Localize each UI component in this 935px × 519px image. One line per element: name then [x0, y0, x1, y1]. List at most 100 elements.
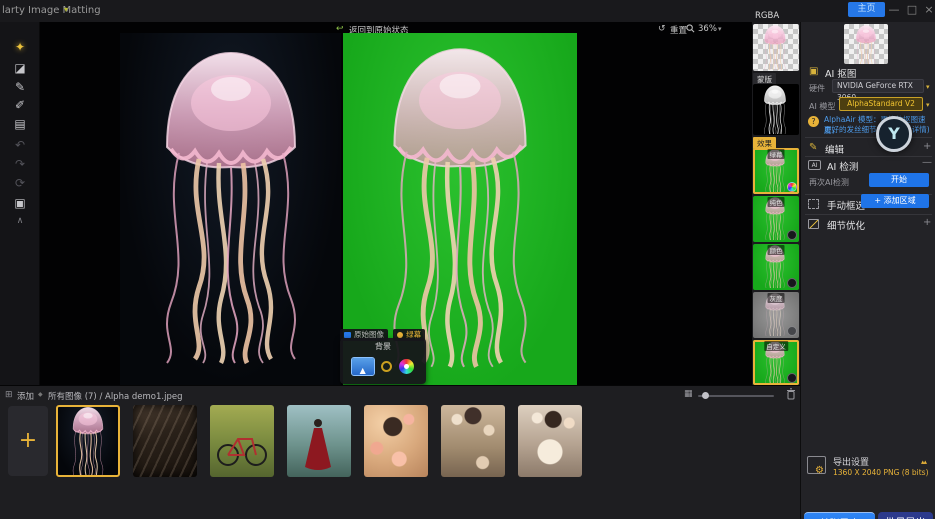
background-color-wheel-option[interactable]	[399, 359, 414, 374]
rgba-channel-label[interactable]: RGBA	[755, 11, 779, 21]
pen-icon: ✎	[15, 80, 25, 94]
detail-optimize-add-button[interactable]: +	[923, 217, 931, 228]
reset-icon[interactable]: ↺	[658, 24, 666, 34]
frame-icon: ▣	[14, 196, 25, 210]
tool-sidebar: ✦ ◪ ✎ ✐ ▤ ↶ ↷ ⟳ ▣ ∧	[0, 22, 40, 385]
thumbnail-grid-icon[interactable]: ▦	[684, 389, 693, 399]
effect-thumbnail-green[interactable]: 绿幕	[753, 148, 799, 194]
custom-badge-icon	[787, 373, 797, 383]
export-collapse-icon[interactable]: ▴▴	[921, 458, 926, 466]
ai-matting-icon: ▣	[809, 66, 818, 77]
redo-icon: ↷	[15, 157, 25, 171]
effect-thumbnail-gray[interactable]: 灰度	[753, 292, 799, 338]
mask-channel-thumbnail[interactable]	[753, 84, 799, 135]
close-button[interactable]: ×	[921, 3, 935, 16]
maximize-button[interactable]: □	[904, 3, 920, 16]
single-export-button[interactable]: 单张导出	[804, 512, 875, 519]
breadcrumb[interactable]: 所有图像 (7) / Alpha demo1.jpeg	[48, 390, 182, 402]
model-label: AI 模型	[809, 101, 835, 112]
pen-tool[interactable]: ✎	[10, 78, 30, 96]
current-result-thumbnail[interactable]	[844, 24, 888, 64]
model-chevron-icon[interactable]: ▾	[926, 101, 930, 109]
ai-detect-collapse-button[interactable]: —	[922, 157, 932, 168]
detail-optimize-icon	[808, 219, 819, 229]
slider-knob[interactable]	[702, 392, 709, 399]
original-image-preview[interactable]	[120, 33, 341, 385]
filmstrip-thumb-woman-lace[interactable]	[441, 405, 505, 477]
start-detect-button[interactable]: 开始	[869, 173, 929, 187]
redo-tool[interactable]: ↷	[10, 155, 30, 173]
detect-again-label: 再次AI检测	[809, 177, 849, 188]
reset-label[interactable]: 重置	[670, 24, 687, 36]
zoom-chevron-icon[interactable]: ▾	[718, 25, 722, 33]
add-images-label[interactable]: 添加	[17, 390, 34, 402]
effect-thumbnail-solid[interactable]: 纯色	[753, 196, 799, 242]
app-logo-badge: Y	[876, 116, 912, 152]
ai-matting-title: AI 抠图	[825, 66, 856, 80]
filmstrip-thumb-woman-red-dress[interactable]	[287, 405, 351, 477]
color-wheel-badge-icon	[787, 182, 797, 192]
breadcrumb-diamond-icon: ◆	[38, 391, 43, 398]
hardware-dropdown[interactable]: NVIDIA GeForce RTX 3060	[832, 79, 924, 93]
roller-tool[interactable]: ▤	[10, 115, 30, 133]
filmstrip-panel: ⊞ 添加 ◆ 所有图像 (7) / Alpha demo1.jpeg ▦ +	[0, 385, 800, 519]
logo-y-icon: Y	[888, 124, 900, 143]
app-menu-chevron-icon[interactable]: ▾	[64, 5, 68, 14]
eraser-icon: ◪	[14, 61, 25, 75]
effect-thumbnail-custom[interactable]: 自定义	[753, 340, 799, 385]
hardware-chevron-icon[interactable]: ▾	[926, 83, 930, 91]
trash-icon[interactable]	[786, 388, 796, 400]
batch-export-button[interactable]: 批量导出	[878, 512, 933, 519]
edit-icon: ✎	[809, 142, 817, 153]
rotate-icon: ⟳	[15, 176, 25, 190]
undo-icon: ↶	[15, 138, 25, 152]
background-image-option[interactable]: ▲	[352, 358, 374, 375]
export-gear-icon: ⚙	[815, 465, 824, 476]
titlebar: larty Image Matting ▾ 主页 — □ ×	[0, 0, 935, 22]
chevron-up-icon: ∧	[17, 216, 24, 226]
background-panel-title: 背景	[340, 338, 426, 352]
zoom-level-value[interactable]: 36%	[698, 24, 717, 34]
magic-wand-tool[interactable]: ✦	[10, 38, 30, 56]
filmstrip-thumb-jellyfish[interactable]	[56, 405, 120, 477]
home-button[interactable]: 主页	[848, 2, 885, 17]
add-region-button[interactable]: + 添加区域	[861, 194, 929, 208]
filmstrip-thumb-forest[interactable]	[133, 405, 197, 477]
minimize-button[interactable]: —	[886, 3, 902, 16]
edit-title: 编辑	[825, 142, 844, 156]
app-window: larty Image Matting ▾ 主页 — □ × ✦ ◪ ✎ ✐ ▤…	[0, 0, 935, 519]
brush-tool[interactable]: ✐	[10, 96, 30, 114]
solid-badge-icon	[787, 230, 797, 240]
filmstrip-thumb-woman-bouquet[interactable]	[364, 405, 428, 477]
help-icon[interactable]: ?	[808, 116, 819, 127]
ai-model-dropdown[interactable]: AlphaStandard V2	[839, 97, 923, 111]
filmstrip-thumb-woman-white-dress[interactable]	[518, 405, 582, 477]
edit-add-button[interactable]: +	[923, 141, 931, 152]
canvas-area[interactable]: ↩ 返回到原始状态 ↺ 重置 36% ▾ 原始图像 绿幕	[40, 22, 752, 385]
effect-thumbnail-color[interactable]: 颜色	[753, 244, 799, 290]
background-panel: 背景 ▲	[340, 338, 426, 384]
settings-panel: ▣ AI 抠图 硬件 NVIDIA GeForce RTX 3060 ▾ AI …	[800, 22, 935, 519]
detail-optimize-title: 细节优化	[827, 218, 865, 232]
filmstrip-thumb-bicycle[interactable]	[210, 405, 274, 477]
eyedropper-icon	[404, 364, 409, 369]
brush-icon: ✐	[15, 98, 25, 112]
app-title: larty Image Matting	[2, 5, 101, 16]
add-images-icon[interactable]: ⊞	[5, 390, 13, 400]
background-color-option[interactable]	[381, 361, 392, 372]
add-image-tile[interactable]: +	[8, 406, 48, 476]
manual-select-title: 手动框选	[827, 198, 865, 212]
export-info: 1360 X 2040 PNG (8 bits)	[833, 468, 929, 477]
collapse-toolbar-button[interactable]: ∧	[10, 212, 30, 230]
magnifier-icon	[686, 24, 695, 33]
crop-frame-tool[interactable]: ▣	[10, 194, 30, 212]
reset-history-tool[interactable]: ⟳	[10, 174, 30, 192]
ai-detect-title: AI 检测	[827, 159, 858, 173]
eraser-tool[interactable]: ◪	[10, 59, 30, 77]
undo-tool[interactable]: ↶	[10, 136, 30, 154]
export-settings-title[interactable]: 导出设置	[833, 455, 869, 468]
paint-roller-icon: ▤	[14, 117, 25, 131]
rgba-channel-thumbnail[interactable]	[753, 24, 799, 71]
thumbnail-size-slider[interactable]	[698, 395, 774, 397]
color-badge-icon	[787, 278, 797, 288]
